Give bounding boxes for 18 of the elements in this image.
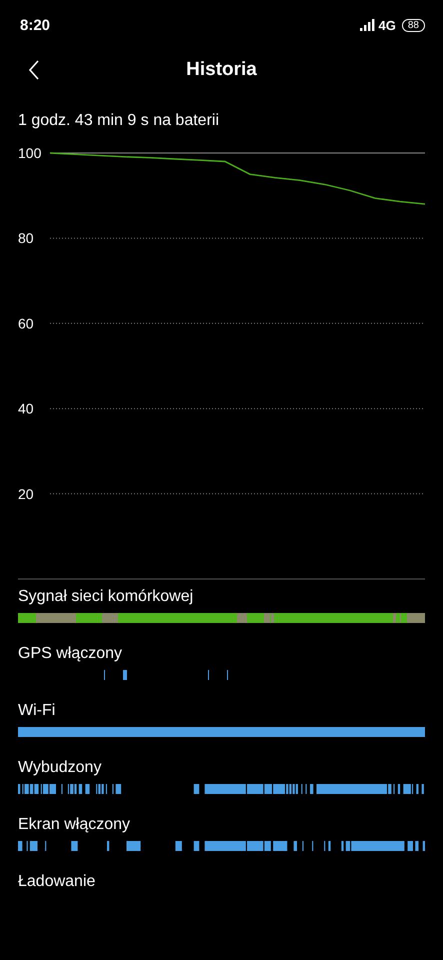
battery-level: 88	[402, 18, 425, 32]
y-tick-label: 100	[18, 145, 42, 161]
status-time: 8:20	[20, 16, 50, 34]
signal-icon	[360, 19, 376, 31]
y-tick-label: 60	[18, 315, 34, 332]
chevron-left-icon	[28, 60, 40, 80]
timeline-label: Ekran włączony	[18, 815, 130, 835]
y-tick-label: 80	[18, 230, 34, 246]
network-type: 4G	[378, 18, 396, 32]
timeline-label: Wybudzony	[18, 758, 102, 778]
y-tick-label: 40	[18, 400, 34, 417]
timeline-label: Ładowanie	[18, 872, 96, 892]
timeline-label: GPS włączony	[18, 644, 122, 664]
y-tick-label: 20	[18, 486, 34, 502]
timeline-label: Sygnał sieci komórkowej	[18, 587, 194, 607]
battery-summary: 1 godz. 43 min 9 s na baterii	[18, 112, 220, 130]
page-title: Historia	[185, 59, 258, 81]
timeline-label: Wi-Fi	[18, 701, 56, 721]
